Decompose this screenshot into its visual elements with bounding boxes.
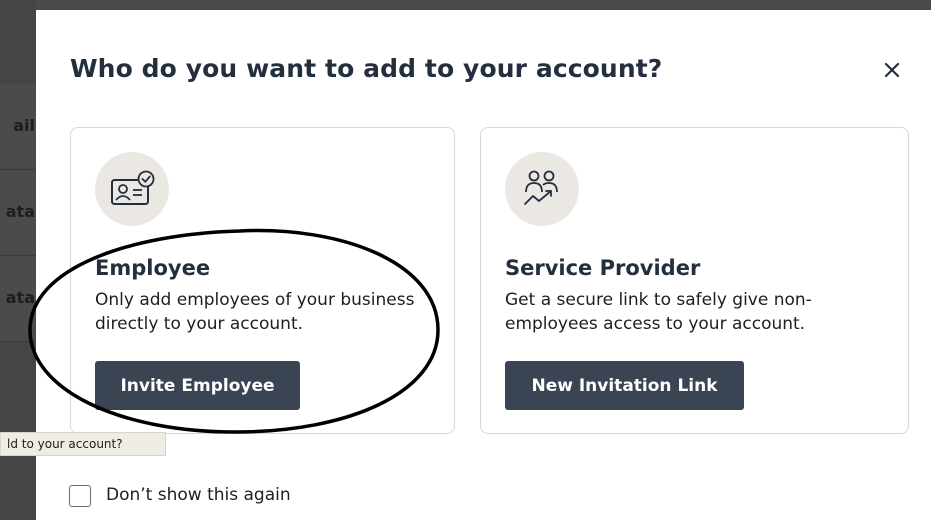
dont-show-again-checkbox[interactable] bbox=[69, 485, 91, 507]
service-provider-description: Get a secure link to safely give non-emp… bbox=[505, 290, 812, 334]
employee-icon-badge bbox=[95, 152, 169, 226]
close-icon bbox=[884, 62, 900, 78]
background-cell: ata bbox=[0, 170, 36, 256]
close-button[interactable] bbox=[878, 56, 906, 84]
background-cell-text: ail bbox=[13, 116, 35, 135]
background-cell: ata bbox=[0, 256, 36, 342]
background-cell-text: ata bbox=[5, 288, 35, 307]
dialog-title: Who do you want to add to your account? bbox=[70, 54, 663, 83]
employee-title: Employee bbox=[95, 256, 211, 280]
new-invitation-link-button[interactable]: New Invitation Link bbox=[505, 361, 744, 410]
service-provider-icon-badge bbox=[505, 152, 579, 226]
employee-description: Only add employees of your business dire… bbox=[95, 290, 415, 334]
background-cell-text: ata bbox=[5, 202, 35, 221]
id-card-icon bbox=[111, 170, 155, 205]
title-tooltip: ld to your account? bbox=[0, 432, 166, 456]
service-provider-icon bbox=[524, 170, 558, 205]
service-provider-title: Service Provider bbox=[505, 256, 701, 280]
invite-employee-button[interactable]: Invite Employee bbox=[95, 361, 300, 410]
window-top-edge bbox=[0, 0, 931, 10]
background-cell: ail bbox=[0, 84, 36, 170]
employee-option-card: Employee Only add employees of your busi… bbox=[70, 127, 455, 434]
add-to-account-dialog: Who do you want to add to your account? … bbox=[36, 10, 931, 520]
dont-show-again-label: Don’t show this again bbox=[106, 485, 291, 505]
service-provider-option-card: Service Provider Get a secure link to sa… bbox=[480, 127, 909, 434]
